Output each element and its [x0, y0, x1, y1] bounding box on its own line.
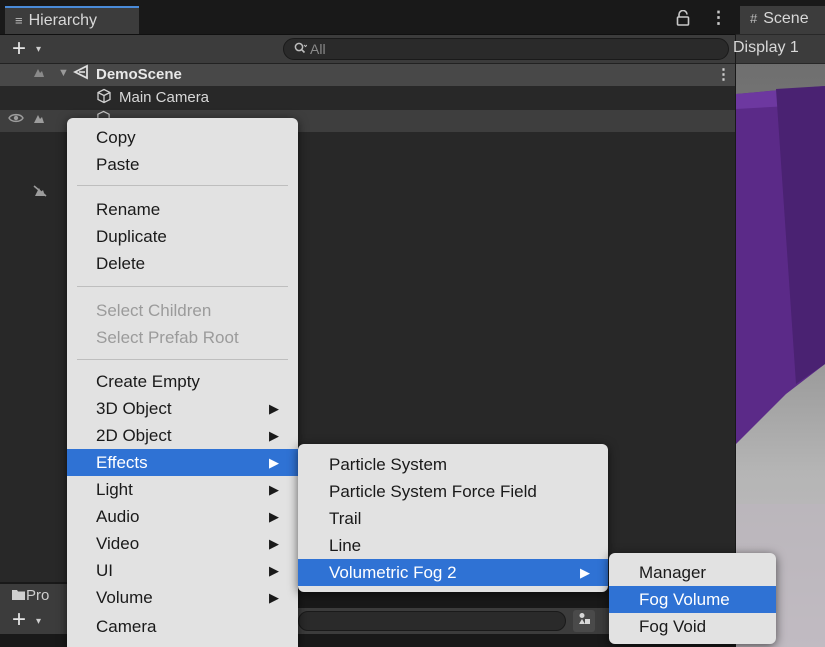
- submenu-arrow-icon: ▶: [580, 565, 590, 580]
- search-input[interactable]: [310, 40, 710, 58]
- scene-tab[interactable]: # Scene: [740, 6, 825, 34]
- menu-item-effects[interactable]: Effects ▶: [67, 449, 298, 476]
- scene-tab-bar: # Scene: [736, 0, 825, 34]
- menu-item-line[interactable]: Line: [298, 532, 608, 559]
- hierarchy-tab-label: Hierarchy: [28, 12, 98, 29]
- cube-icon: [96, 88, 112, 109]
- hierarchy-tab-bar: ≡ Hierarchy ⋮: [0, 0, 735, 35]
- menu-item-volume[interactable]: Volume ▶: [67, 584, 298, 611]
- hierarchy-item-main-camera[interactable]: Main Camera: [0, 87, 735, 109]
- hierarchy-search[interactable]: [283, 38, 729, 60]
- submenu-arrow-icon: ▶: [269, 455, 279, 470]
- scene-name: DemoScene: [96, 66, 182, 83]
- filter-icon: [578, 612, 591, 629]
- menu-item-select-children: Select Children: [96, 301, 212, 320]
- folder-icon: [12, 588, 25, 603]
- pick-disabled-icon[interactable]: [32, 184, 48, 202]
- menu-item-ui[interactable]: UI ▶: [67, 557, 298, 584]
- hierarchy-toolbar: + ▾: [0, 35, 735, 64]
- submenu-arrow-icon: ▶: [269, 428, 279, 443]
- submenu-arrow-icon: ▶: [269, 536, 279, 551]
- scene-row[interactable]: ▼ DemoScene ⋮: [0, 64, 735, 86]
- hierarchy-context-menu: Copy Paste Rename Duplicate Delete Selec…: [67, 118, 298, 647]
- menu-separator: [77, 185, 288, 186]
- project-search-input[interactable]: [298, 611, 566, 631]
- hierarchy-tab[interactable]: ≡ Hierarchy: [5, 6, 139, 34]
- project-add-button[interactable]: +: [12, 606, 26, 634]
- menu-item-fog-volume[interactable]: Fog Volume: [609, 586, 776, 613]
- menu-item-fog-void[interactable]: Fog Void: [609, 613, 776, 640]
- scene-tab-label: Scene: [763, 10, 809, 27]
- filter-by-type-button[interactable]: [573, 610, 595, 632]
- menu-item-trail[interactable]: Trail: [298, 505, 608, 532]
- menu-separator: [77, 286, 288, 287]
- eye-icon[interactable]: [8, 111, 24, 128]
- menu-item-paste[interactable]: Paste: [67, 151, 298, 178]
- menu-item-3d-object[interactable]: 3D Object ▶: [67, 395, 298, 422]
- chevron-down-icon[interactable]: ▾: [36, 616, 41, 627]
- effects-submenu: Particle System Particle System Force Fi…: [298, 444, 608, 592]
- display-dropdown[interactable]: Display 1: [733, 39, 799, 57]
- menu-item-2d-object[interactable]: 2D Object ▶: [67, 422, 298, 449]
- menu-item-audio[interactable]: Audio ▶: [67, 503, 298, 530]
- menu-item-copy[interactable]: Copy: [67, 124, 298, 151]
- pickable-icon[interactable]: [32, 66, 46, 82]
- add-button[interactable]: +: [12, 35, 26, 63]
- scene-panel: # Scene Display 1: [733, 0, 825, 647]
- list-icon: ≡: [15, 13, 23, 28]
- menu-item-rename[interactable]: Rename: [67, 196, 298, 223]
- menu-item-camera[interactable]: Camera: [67, 613, 298, 640]
- menu-item-video[interactable]: Video ▶: [67, 530, 298, 557]
- unity-scene-icon: [72, 64, 90, 85]
- menu-separator: [77, 359, 288, 360]
- menu-item-light[interactable]: Light ▶: [67, 476, 298, 503]
- menu-item-manager[interactable]: Manager: [609, 559, 776, 586]
- menu-item-create-empty[interactable]: Create Empty: [67, 368, 298, 395]
- submenu-arrow-icon: ▶: [269, 401, 279, 416]
- chevron-down-icon[interactable]: ▾: [36, 44, 41, 55]
- scene-toolbar: Display 1: [733, 35, 825, 63]
- search-icon: [294, 42, 308, 57]
- menu-item-particle-system-force-field[interactable]: Particle System Force Field: [298, 478, 608, 505]
- menu-item-volumetric-fog-2[interactable]: Volumetric Fog 2 ▶: [298, 559, 608, 586]
- fold-arrow-icon[interactable]: ▼: [58, 67, 69, 79]
- menu-item-select-prefab-root: Select Prefab Root: [96, 328, 239, 347]
- menu-item-duplicate[interactable]: Duplicate: [67, 223, 298, 250]
- grid-icon: #: [750, 11, 758, 26]
- submenu-arrow-icon: ▶: [269, 563, 279, 578]
- submenu-arrow-icon: ▶: [269, 482, 279, 497]
- menu-item-delete[interactable]: Delete: [67, 250, 298, 277]
- hierarchy-item-label: Main Camera: [119, 89, 210, 106]
- project-tab-label: Pro: [26, 587, 50, 604]
- volumetric-fog-submenu: Manager Fog Volume Fog Void: [609, 553, 776, 644]
- kebab-menu-icon[interactable]: ⋮: [710, 8, 727, 28]
- pickable-icon[interactable]: [32, 112, 46, 128]
- scene-menu-icon[interactable]: ⋮: [716, 65, 731, 83]
- submenu-arrow-icon: ▶: [269, 590, 279, 605]
- menu-item-particle-system[interactable]: Particle System: [298, 451, 608, 478]
- submenu-arrow-icon: ▶: [269, 509, 279, 524]
- lock-icon[interactable]: [676, 9, 690, 31]
